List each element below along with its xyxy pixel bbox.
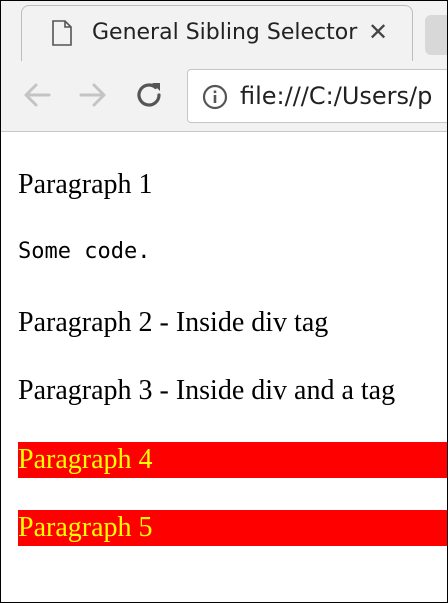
new-tab-button[interactable] [425,15,447,55]
tab-title: General Sibling Selector [92,20,358,45]
reload-icon[interactable] [133,79,165,111]
tab-strip: General Sibling Selector ✕ [1,1,447,62]
close-icon[interactable]: ✕ [368,18,388,46]
paragraph-4: Paragraph 4 [18,442,447,478]
code-text: Some code. [18,239,151,264]
address-bar[interactable]: file:///C:/Users/p [187,69,447,123]
url-text: file:///C:/Users/p [240,82,433,110]
paragraph-2: Paragraph 2 - Inside div tag [18,307,329,338]
toolbar: file:///C:/Users/p [1,61,447,132]
back-icon[interactable] [21,79,53,111]
paragraph-1: Paragraph 1 [18,169,153,200]
browser-window: General Sibling Selector ✕ file:///C:/Us… [1,1,447,602]
page-content: Paragraph 1 Some code. Paragraph 2 - Ins… [1,133,447,602]
forward-icon[interactable] [77,79,109,111]
paragraph-3: Paragraph 3 - Inside div and a tag [18,375,396,406]
paragraph-5: Paragraph 5 [18,510,447,546]
document-icon [52,20,72,46]
tab-general-sibling-selector[interactable]: General Sibling Selector ✕ [21,5,413,62]
info-icon[interactable] [202,84,228,110]
